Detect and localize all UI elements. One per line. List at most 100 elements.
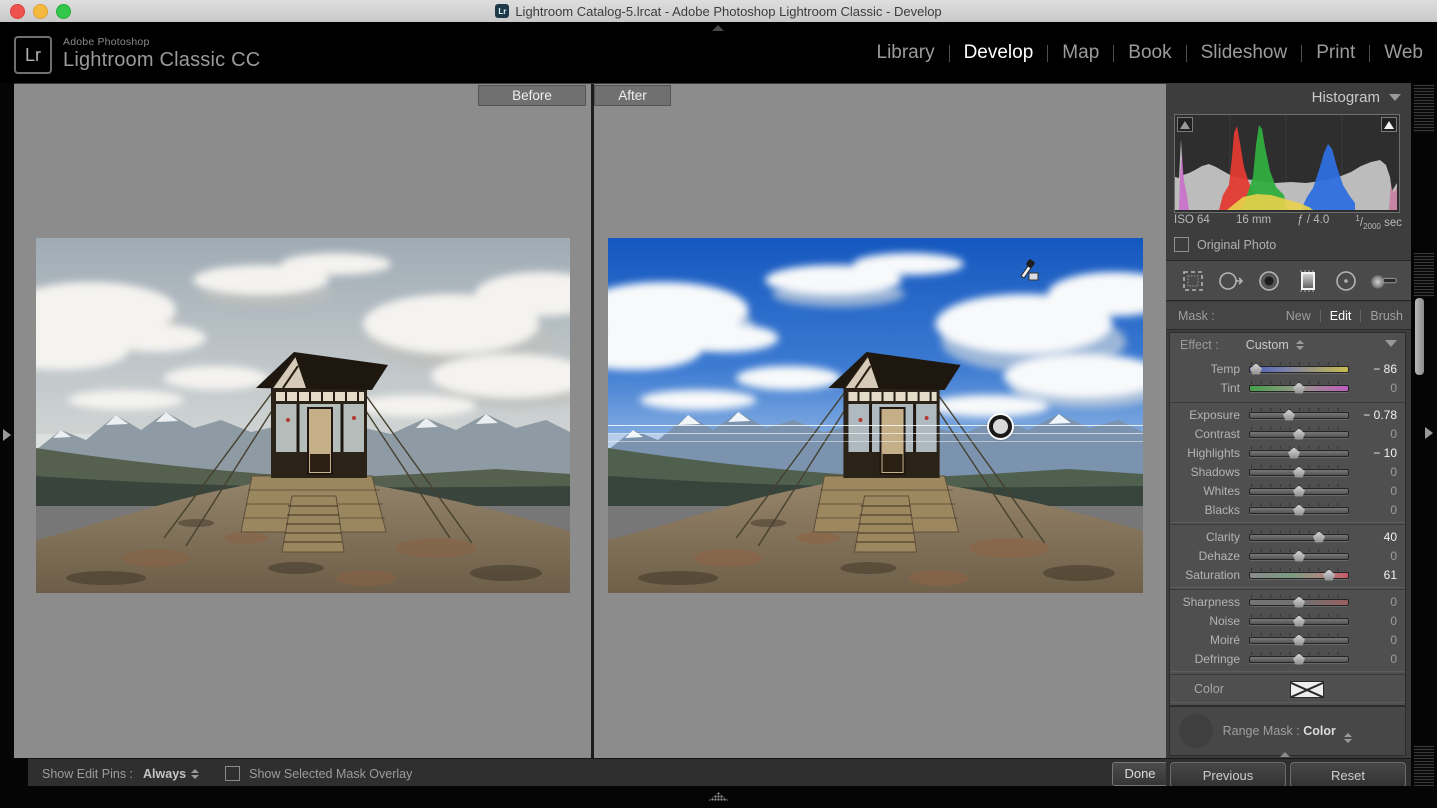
radial-filter-tool-icon[interactable] (1331, 266, 1361, 296)
zoom-button[interactable] (56, 4, 71, 19)
moiré-slider[interactable] (1249, 632, 1349, 648)
focal-length-value: 16 mm (1236, 214, 1271, 231)
effect-preset-value: Custom (1246, 338, 1289, 352)
slider-value[interactable]: 0 (1349, 503, 1405, 517)
nav-book[interactable]: Book (1128, 42, 1171, 64)
slider-value[interactable]: 0 (1349, 614, 1405, 628)
nav-map[interactable]: Map (1062, 42, 1099, 64)
panel-caret-icon[interactable] (1280, 752, 1290, 757)
slider-label: Sharpness (1170, 595, 1249, 609)
dehaze-slider[interactable] (1249, 548, 1349, 564)
color-swatch[interactable] (1290, 681, 1324, 698)
original-photo-checkbox[interactable] (1174, 237, 1189, 252)
slider-value[interactable]: − 0.78 (1349, 408, 1405, 422)
slider-ticks (1251, 362, 1347, 365)
clarity-slider[interactable] (1249, 529, 1349, 545)
whites-slider[interactable] (1249, 483, 1349, 499)
after-tab: After (594, 85, 671, 106)
logo-line-2: Lightroom Classic CC (63, 49, 260, 72)
slider-row-tint: Tint0 (1170, 378, 1405, 397)
slider-value[interactable]: 0 (1349, 381, 1405, 395)
shadows-slider[interactable] (1249, 464, 1349, 480)
crop-overlay-tool-icon[interactable] (1178, 266, 1208, 296)
slider-track[interactable] (1249, 534, 1349, 541)
slider-track[interactable] (1249, 366, 1349, 373)
histogram[interactable] (1174, 114, 1400, 213)
previous-button[interactable]: Previous (1170, 762, 1286, 788)
spot-removal-tool-icon[interactable] (1216, 266, 1246, 296)
mask-separator (1360, 310, 1361, 322)
panel-scrollbar-thumb[interactable] (1415, 298, 1424, 375)
hide-right-panel-arrow-icon[interactable] (1425, 427, 1433, 439)
noise-slider[interactable] (1249, 613, 1349, 629)
collapse-histogram-icon (1389, 94, 1401, 101)
saturation-slider[interactable] (1249, 567, 1349, 583)
highlights-slider[interactable] (1249, 445, 1349, 461)
slider-value[interactable]: − 10 (1349, 446, 1405, 460)
temp-slider[interactable] (1249, 361, 1349, 377)
effect-preset-dropdown[interactable]: Custom (1246, 338, 1304, 352)
highlight-clipping-indicator[interactable] (1381, 117, 1397, 132)
slider-label: Shadows (1170, 465, 1249, 479)
sharpness-slider[interactable] (1249, 594, 1349, 610)
show-toolbar-caret-icon[interactable] (708, 792, 729, 801)
slider-label: Moiré (1170, 633, 1249, 647)
range-mask-section: Range Mask : Color (1169, 706, 1406, 756)
blacks-slider[interactable] (1249, 502, 1349, 518)
nav-develop[interactable]: Develop (964, 42, 1034, 64)
compare-canvas: Before After Show Edit Pins : (14, 83, 1166, 758)
slider-ticks (1251, 568, 1347, 571)
adjustment-brush-tool-icon[interactable] (1369, 266, 1399, 296)
app-identity: Lr Adobe Photoshop Lightroom Classic CC (14, 36, 260, 74)
slider-value[interactable]: 0 (1349, 633, 1405, 647)
histogram-header[interactable]: Histogram (1312, 89, 1401, 106)
slider-value[interactable]: 0 (1349, 652, 1405, 666)
nav-separator (1113, 45, 1114, 62)
after-photo[interactable] (608, 238, 1143, 593)
range-mask-dropdown[interactable]: Range Mask : Color (1170, 724, 1405, 743)
red-eye-tool-icon[interactable] (1254, 266, 1284, 296)
slider-value[interactable]: 0 (1349, 595, 1405, 609)
defringe-slider[interactable] (1249, 651, 1349, 667)
nav-print[interactable]: Print (1316, 42, 1355, 64)
slider-track[interactable] (1249, 412, 1349, 419)
mask-action-edit[interactable]: Edit (1330, 309, 1352, 323)
panel-grip (1414, 85, 1434, 133)
mask-action-new[interactable]: New (1286, 309, 1311, 323)
mask-overlay-checkbox[interactable] (225, 766, 240, 781)
show-edit-pins-dropdown[interactable]: Always (143, 767, 199, 781)
tint-slider[interactable] (1249, 380, 1349, 396)
adjustment-pin[interactable] (989, 415, 1012, 438)
slider-value[interactable]: 0 (1349, 465, 1405, 479)
slider-value[interactable]: 0 (1349, 427, 1405, 441)
tool-strip (1166, 260, 1411, 301)
slider-value[interactable]: 40 (1349, 530, 1405, 544)
titlebar-caret-icon[interactable] (712, 25, 724, 31)
nav-web[interactable]: Web (1384, 42, 1423, 64)
slider-value[interactable]: 0 (1349, 484, 1405, 498)
mask-action-brush[interactable]: Brush (1370, 309, 1403, 323)
nav-library[interactable]: Library (877, 42, 935, 64)
reset-button[interactable]: Reset (1290, 762, 1406, 788)
show-left-panel-arrow-icon[interactable] (3, 429, 11, 441)
collapse-panel-icon[interactable] (1385, 340, 1397, 347)
slider-value[interactable]: 0 (1349, 549, 1405, 563)
shutter-value: 1/2000 sec (1355, 214, 1402, 231)
contrast-slider[interactable] (1249, 426, 1349, 442)
nav-slideshow[interactable]: Slideshow (1201, 42, 1288, 64)
eyedropper-cursor-icon (1017, 258, 1041, 282)
slider-label: Saturation (1170, 568, 1249, 582)
mask-separator (1320, 310, 1321, 322)
slider-row-blacks: Blacks0 (1170, 500, 1405, 519)
slider-label: Dehaze (1170, 549, 1249, 563)
close-button[interactable] (10, 4, 25, 19)
shadow-clipping-indicator[interactable] (1177, 117, 1193, 132)
exposure-slider[interactable] (1249, 407, 1349, 423)
minimize-button[interactable] (33, 4, 48, 19)
slider-value[interactable]: 61 (1349, 568, 1405, 582)
updown-icon (191, 769, 199, 779)
slider-label: Noise (1170, 614, 1249, 628)
done-button[interactable]: Done (1112, 762, 1168, 786)
graduated-filter-tool-icon[interactable] (1293, 266, 1323, 296)
slider-value[interactable]: − 86 (1349, 362, 1405, 376)
